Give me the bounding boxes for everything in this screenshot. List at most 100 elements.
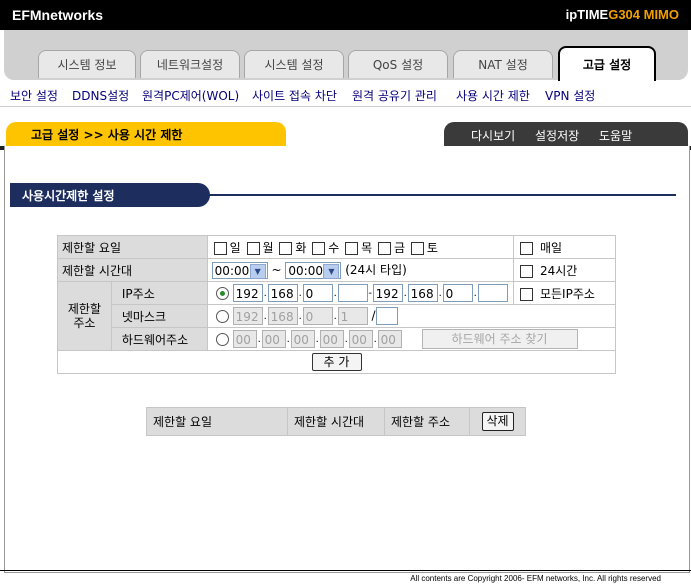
product-prefix: ipTIME xyxy=(565,7,609,22)
netmask-4[interactable]: 1 xyxy=(337,307,368,325)
radio-ip[interactable] xyxy=(215,286,229,300)
day-checkboxes: 일 월 화 수 목 금 토 xyxy=(206,235,515,259)
product-model: G304 MIMO xyxy=(608,7,679,22)
breadcrumb: 고급 설정 >> 사용 시간 제한 xyxy=(6,122,286,146)
tab-network-settings[interactable]: 네트워크설정 xyxy=(140,50,240,78)
ip-end-3[interactable]: 0 xyxy=(442,284,473,302)
checkbox-wed[interactable] xyxy=(312,241,326,255)
ip-start-1[interactable]: 192 xyxy=(232,284,263,302)
col-header-time: 제한할 시간대 xyxy=(287,407,385,436)
checkbox-sat[interactable] xyxy=(410,241,424,255)
checkbox-tue[interactable] xyxy=(279,241,293,255)
time-label: 제한할 시간대 xyxy=(57,258,208,282)
action-toolbar: 다시보기 설정저장 도움말 xyxy=(444,122,688,146)
checkbox-mon[interactable] xyxy=(246,241,260,255)
col-header-day: 제한할 요일 xyxy=(146,407,288,436)
tab-advanced-settings[interactable]: 고급 설정 xyxy=(558,46,656,81)
checkbox-fri[interactable] xyxy=(378,241,392,255)
ip-range: 192. 168. 0. -192. 168. 0. xyxy=(206,281,515,305)
time-limit-form: 제한할 요일 일 월 화 수 목 금 토 매일 제한할 시간대 00:00 ▼ ~… xyxy=(57,235,617,374)
hw-2[interactable]: 00 xyxy=(261,330,286,348)
hw-4[interactable]: 00 xyxy=(319,330,344,348)
hw-3[interactable]: 00 xyxy=(290,330,315,348)
delete-button[interactable]: 삭제 xyxy=(481,412,514,431)
submenu-remote-manage[interactable]: 원격 공유기 관리 xyxy=(352,87,437,104)
day-sat-label: 토 xyxy=(426,240,438,255)
day-fri-label: 금 xyxy=(394,240,406,255)
brand-logo: EFMnetworks xyxy=(12,7,104,23)
delete-cell: 삭제 xyxy=(469,407,526,436)
radio-netmask[interactable] xyxy=(215,309,229,323)
add-row: 추 가 xyxy=(57,350,616,374)
radio-hw[interactable] xyxy=(215,332,229,346)
checkbox-24h[interactable] xyxy=(520,264,534,278)
netmask-prefix-input[interactable] xyxy=(375,307,398,325)
checkbox-all-ip[interactable] xyxy=(520,287,534,301)
chevron-down-icon: ▼ xyxy=(249,264,266,279)
day-mon-label: 월 xyxy=(262,240,274,255)
ip-start-2[interactable]: 168 xyxy=(267,284,298,302)
day-tue-label: 화 xyxy=(295,240,307,255)
hw-5[interactable]: 00 xyxy=(348,330,373,348)
submenu-site-block[interactable]: 사이트 접속 차단 xyxy=(252,87,337,104)
submenu-vpn[interactable]: VPN 설정 xyxy=(545,87,595,104)
submenu-ddns[interactable]: DDNS설정 xyxy=(72,87,129,104)
submenu-wol[interactable]: 원격PC제어(WOL) xyxy=(142,87,239,104)
hw-1[interactable]: 00 xyxy=(232,330,257,348)
submenu-security[interactable]: 보안 설정 xyxy=(10,87,58,104)
ip-end-2[interactable]: 168 xyxy=(407,284,438,302)
footer-line xyxy=(0,570,691,571)
section-title: 사용시간제한 설정 xyxy=(22,189,115,203)
rule-list-table: 제한할 요일 제한할 시간대 제한할 주소 삭제 xyxy=(146,407,526,436)
hw-6[interactable]: 00 xyxy=(377,330,402,348)
hw-label: 하드웨어주소 xyxy=(110,327,208,351)
section-header: 사용시간제한 설정 xyxy=(10,183,210,207)
checkbox-everyday[interactable] xyxy=(520,241,534,255)
tab-system-settings[interactable]: 시스템 설정 xyxy=(244,50,344,78)
copyright-footer: All contents are Copyright 2006- EFM net… xyxy=(410,574,661,583)
checkbox-thu[interactable] xyxy=(345,241,359,255)
everyday-label: 매일 xyxy=(539,240,563,255)
day-label: 제한할 요일 xyxy=(57,235,208,259)
netmask-fields: 192. 168. 0. 1 / xyxy=(206,304,617,328)
submenu-time-limit[interactable]: 사용 시간 제한 xyxy=(456,87,530,104)
col-header-address: 제한할 주소 xyxy=(384,407,470,436)
hw-fields: 00. 00. 00. 00. 00. 00 하드웨어 주소 찾기 xyxy=(206,327,617,351)
table-header-row: 제한할 요일 제한할 시간대 제한할 주소 삭제 xyxy=(146,407,526,436)
time-range: 00:00 ▼ ~ 00:00 ▼ (24시 타입) xyxy=(206,258,515,282)
help-button[interactable]: 도움말 xyxy=(599,127,632,144)
netmask-2[interactable]: 168 xyxy=(267,307,298,325)
tab-nat-settings[interactable]: NAT 설정 xyxy=(453,50,553,78)
time-format-note: (24시 타입) xyxy=(345,263,407,277)
everyday-cell: 매일 xyxy=(513,235,616,259)
refresh-button[interactable]: 다시보기 xyxy=(471,127,515,144)
ip-end-1[interactable]: 192 xyxy=(372,284,403,302)
submenu-bar: 보안 설정 DDNS설정 원격PC제어(WOL) 사이트 접속 차단 원격 공유… xyxy=(0,82,691,107)
checkbox-sun[interactable] xyxy=(213,241,227,255)
day-sun-label: 일 xyxy=(229,240,241,255)
add-button[interactable]: 추 가 xyxy=(311,353,362,371)
save-settings-button[interactable]: 설정저장 xyxy=(535,127,579,144)
find-hw-address-button[interactable]: 하드웨어 주소 찾기 xyxy=(421,329,578,349)
all-ip-label: 모든IP주소 xyxy=(539,286,595,301)
end-time-select[interactable]: 00:00 ▼ xyxy=(285,262,342,279)
end-time-value: 00:00 xyxy=(288,264,323,278)
tab-qos-settings[interactable]: QoS 설정 xyxy=(348,50,448,78)
tab-system-info[interactable]: 시스템 정보 xyxy=(38,50,136,78)
ip-start-4[interactable] xyxy=(337,284,368,302)
ip-label: IP주소 xyxy=(110,281,208,305)
breadcrumb-text: 고급 설정 >> 사용 시간 제한 xyxy=(31,128,183,142)
allday-cell: 24시간 xyxy=(513,258,616,282)
day-wed-label: 수 xyxy=(328,240,340,255)
address-label: 제한할 주소 xyxy=(57,281,112,351)
start-time-select[interactable]: 00:00 ▼ xyxy=(211,262,268,279)
start-time-value: 00:00 xyxy=(214,264,250,278)
day-thu-label: 목 xyxy=(361,240,373,255)
section-line xyxy=(200,194,676,196)
ip-end-4[interactable] xyxy=(477,284,508,302)
main-tab-bar: 시스템 정보 네트워크설정 시스템 설정 QoS 설정 NAT 설정 고급 설정 xyxy=(4,30,688,81)
product-name: ipTIMEG304 MIMO xyxy=(566,7,679,22)
netmask-3[interactable]: 0 xyxy=(302,307,333,325)
netmask-1[interactable]: 192 xyxy=(232,307,263,325)
ip-start-3[interactable]: 0 xyxy=(302,284,333,302)
